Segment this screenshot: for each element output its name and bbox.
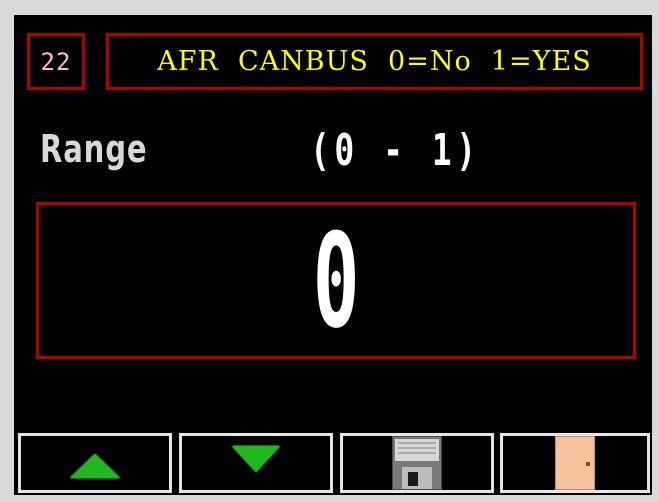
door-icon bbox=[555, 436, 595, 490]
range-value: (0 - 1) bbox=[310, 125, 481, 176]
exit-button[interactable] bbox=[500, 433, 650, 493]
toolbar bbox=[14, 431, 652, 495]
increase-button[interactable] bbox=[18, 433, 172, 493]
arrow-up-icon bbox=[70, 454, 120, 478]
parameter-title: AFR CANBUS 0=No 1=YES bbox=[106, 33, 643, 90]
arrow-down-icon bbox=[232, 446, 280, 472]
save-button[interactable] bbox=[340, 433, 494, 493]
decrease-button[interactable] bbox=[179, 433, 333, 493]
value-display[interactable]: 0 bbox=[36, 202, 636, 359]
parameter-title-text: AFR CANBUS 0=No 1=YES bbox=[157, 46, 592, 77]
parameter-number: 22 bbox=[27, 33, 85, 90]
current-value: 0 bbox=[312, 204, 360, 357]
range-label: Range bbox=[40, 127, 148, 171]
floppy-disk-icon bbox=[392, 436, 442, 490]
parameter-screen: 22 AFR CANBUS 0=No 1=YES Range (0 - 1) 0 bbox=[14, 15, 652, 495]
parameter-number-text: 22 bbox=[40, 47, 72, 76]
